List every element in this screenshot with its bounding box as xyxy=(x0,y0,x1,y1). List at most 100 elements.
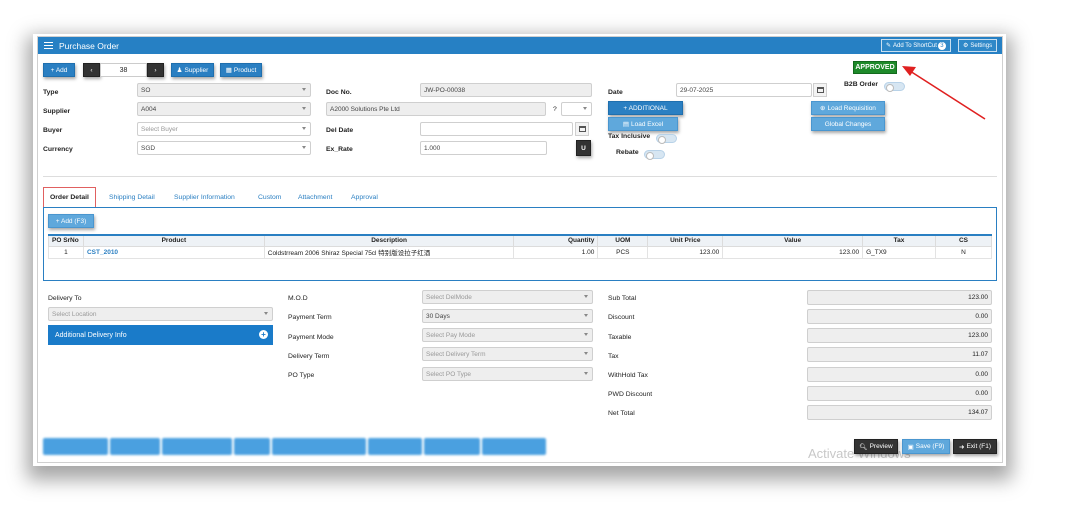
plus-circle-icon[interactable]: + xyxy=(259,330,268,339)
date-calendar-button[interactable] xyxy=(813,83,827,97)
deldate-label: Del Date xyxy=(326,127,354,134)
column-header[interactable]: UOM xyxy=(597,234,649,247)
column-header[interactable]: Tax xyxy=(862,234,936,247)
delivery-term-select[interactable]: Select Delivery Term xyxy=(422,347,593,361)
cell-cs: N xyxy=(934,245,993,259)
column-header[interactable]: Quantity xyxy=(513,234,599,247)
gear-icon: ⚙ xyxy=(963,43,969,49)
supplier-extra-select[interactable] xyxy=(561,102,592,116)
payment-term-select[interactable]: 30 Days xyxy=(422,309,593,323)
previous-record-button[interactable]: ‹ xyxy=(83,63,100,77)
arrow-shaft xyxy=(909,70,986,120)
column-header[interactable]: PO SrNo xyxy=(48,234,84,247)
chevron-down-icon xyxy=(302,88,306,91)
supplier-button[interactable]: ♟ Supplier xyxy=(171,63,214,77)
rebate-toggle[interactable] xyxy=(644,150,665,160)
discount-field: 0.00 xyxy=(807,309,992,324)
save-button[interactable]: ▣ Save (F9) xyxy=(902,439,950,454)
deldate-calendar-button[interactable] xyxy=(575,122,589,136)
column-header[interactable]: CS xyxy=(934,234,993,247)
delivery-to-label: Delivery To xyxy=(48,295,82,302)
preview-button[interactable]: 🔍︎ Preview xyxy=(854,439,898,454)
table-row[interactable]: 1 CST_2010 Coldstrream 2006 Shiraz Speci… xyxy=(48,245,993,259)
add-button[interactable]: + Add xyxy=(43,63,75,77)
chevron-down-icon xyxy=(584,372,588,375)
net-total-field: 134.07 xyxy=(807,405,992,420)
footer-button[interactable] xyxy=(424,438,480,455)
column-header[interactable]: Value xyxy=(722,234,864,247)
cell-product[interactable]: CST_2010 xyxy=(82,245,265,259)
po-type-label: PO Type xyxy=(288,372,315,379)
exit-button[interactable]: ➜ Exit (F1) xyxy=(953,439,997,454)
tax-inclusive-label: Tax Inclusive xyxy=(608,133,651,140)
load-excel-button[interactable]: ▤ Load Excel xyxy=(608,117,678,131)
column-header[interactable]: Description xyxy=(263,234,515,247)
add-line-button[interactable]: + Add (F3) xyxy=(48,214,94,228)
supplier-name-field[interactable]: A2000 Solutions Pte Ltd xyxy=(326,102,546,116)
cell-quantity[interactable]: 1.00 xyxy=(513,245,599,259)
chevron-down-icon xyxy=(584,295,588,298)
chevron-left-icon: ‹ xyxy=(90,66,93,74)
footer-button[interactable] xyxy=(43,438,108,455)
file-icon: ▤ xyxy=(622,121,629,128)
payment-mode-label: Payment Mode xyxy=(288,334,334,341)
subtotal-field: 123.00 xyxy=(807,290,992,305)
delivery-location-select[interactable]: Select Location xyxy=(48,307,273,321)
mod-select[interactable]: Select DelMode xyxy=(422,290,593,304)
cell-uom: PCS xyxy=(597,245,649,259)
next-record-button[interactable]: › xyxy=(147,63,164,77)
hamburger-menu-icon[interactable] xyxy=(44,42,53,49)
footer-button[interactable] xyxy=(110,438,160,455)
record-number-input[interactable]: 38 xyxy=(100,63,147,77)
add-to-shortcut-button[interactable]: ✎ Add To ShortCut 3 xyxy=(881,39,951,52)
column-header[interactable]: Unit Price xyxy=(647,234,724,247)
update-exrate-button[interactable]: U xyxy=(576,140,591,156)
chevron-down-icon xyxy=(584,333,588,336)
product-button[interactable]: ▦ Product xyxy=(220,63,262,77)
plus-circle-icon: ⊕ xyxy=(820,105,826,112)
tax-label: Tax xyxy=(608,353,619,360)
tab-order-detail[interactable]: Order Detail xyxy=(43,187,96,207)
settings-button[interactable]: ⚙ Settings xyxy=(958,39,998,52)
withhold-tax-field: 0.00 xyxy=(807,367,992,382)
deldate-input[interactable] xyxy=(420,122,573,136)
footer-button[interactable] xyxy=(482,438,546,455)
column-header[interactable]: Product xyxy=(82,234,265,247)
cell-tax: G_TX9 xyxy=(862,245,936,259)
chevron-down-icon xyxy=(302,107,306,110)
po-type-select[interactable]: Select PO Type xyxy=(422,367,593,381)
payment-term-label: Payment Term xyxy=(288,314,332,321)
buyer-select[interactable]: Select Buyer xyxy=(137,122,311,136)
additional-delivery-info-panel[interactable]: Additional Delivery Info + xyxy=(48,325,273,345)
chevron-right-icon: › xyxy=(154,66,157,74)
currency-label: Currency xyxy=(43,146,73,153)
tab-shipping-detail[interactable]: Shipping Detail xyxy=(103,187,161,207)
date-input[interactable]: 29-07-2025 xyxy=(676,83,812,97)
footer-button[interactable] xyxy=(234,438,270,455)
tab-custom[interactable]: Custom xyxy=(252,187,287,207)
docno-label: Doc No. xyxy=(326,89,352,96)
footer-button[interactable] xyxy=(272,438,366,455)
title-bar: Purchase Order ✎ Add To ShortCut 3 ⚙ Set… xyxy=(38,37,1002,54)
exrate-input[interactable]: 1.000 xyxy=(420,141,547,155)
supplier-code-select[interactable]: A004 xyxy=(137,102,311,116)
tab-approval[interactable]: Approval xyxy=(345,187,384,207)
grid-icon: ▦ xyxy=(225,67,232,74)
additional-button[interactable]: + ADDITIONAL xyxy=(608,101,683,115)
footer-button[interactable] xyxy=(368,438,422,455)
footer-button[interactable] xyxy=(162,438,232,455)
type-select[interactable]: SO xyxy=(137,83,311,97)
tab-supplier-information[interactable]: Supplier Information xyxy=(168,187,241,207)
docno-field[interactable]: JW-PO-00038 xyxy=(420,83,592,97)
purchase-order-window: Purchase Order ✎ Add To ShortCut 3 ⚙ Set… xyxy=(37,36,1003,463)
chevron-down-icon xyxy=(302,127,306,130)
shortcut-count-badge: 3 xyxy=(937,41,946,50)
tab-attachment[interactable]: Attachment xyxy=(292,187,338,207)
currency-select[interactable]: SGD xyxy=(137,141,311,155)
cell-unit-price[interactable]: 123.00 xyxy=(647,245,724,259)
calendar-icon xyxy=(578,126,586,132)
supplier-label: Supplier xyxy=(43,108,71,115)
type-label: Type xyxy=(43,89,59,96)
tax-inclusive-toggle[interactable] xyxy=(656,134,677,144)
payment-mode-select[interactable]: Select Pay Mode xyxy=(422,328,593,342)
